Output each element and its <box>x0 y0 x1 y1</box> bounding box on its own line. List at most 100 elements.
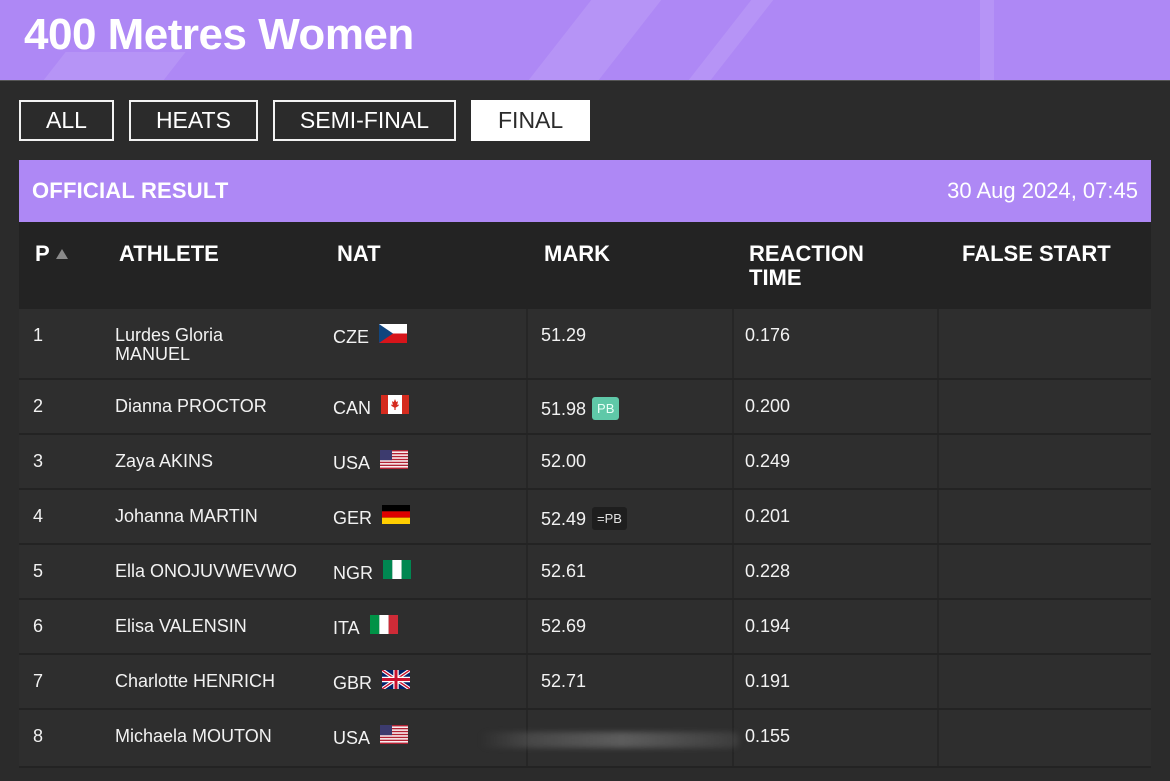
nat-code: USA <box>333 453 371 473</box>
athlete-name-line1: Johanna MARTIN <box>115 506 258 526</box>
column-divider <box>732 380 734 433</box>
tab-all[interactable]: ALL <box>19 100 114 141</box>
can-flag-icon <box>381 395 410 414</box>
column-divider <box>937 380 939 433</box>
result-status: OFFICIAL RESULT <box>32 178 229 203</box>
column-divider <box>526 435 528 488</box>
tab-final[interactable]: FINAL <box>471 100 591 141</box>
record-badge: PB <box>592 397 620 420</box>
column-divider <box>526 380 528 433</box>
mark-cell: 52.71 <box>541 672 586 691</box>
round-tabs: ALL HEATS SEMI-FINAL FINAL <box>19 100 591 141</box>
sort-ascending-icon[interactable] <box>55 249 68 259</box>
column-header-place[interactable]: P <box>35 242 68 266</box>
athlete-name-line1: Ella ONOJUVWEVWO <box>115 561 298 581</box>
athlete-name[interactable]: Elisa VALENSIN <box>115 617 247 636</box>
nat-code: CAN <box>333 398 372 418</box>
athlete-name-line1: Michaela MOUTON <box>115 726 272 746</box>
result-datetime: 30 Aug 2024, 07:45 <box>947 178 1138 203</box>
column-divider <box>937 600 939 653</box>
place-cell: 8 <box>33 726 44 746</box>
official-result-bar: OFFICIAL RESULT 30 Aug 2024, 07:45 <box>19 160 1151 222</box>
nat-code: NGR <box>333 563 373 583</box>
column-header-reaction-line2: TIME <box>749 265 802 290</box>
mark-cell: 52.69 <box>541 617 586 636</box>
column-divider <box>526 600 528 653</box>
decorative-stripe <box>528 0 662 80</box>
table-row[interactable]: 3 Zaya AKINS USA 52.00 0.249 <box>19 435 1151 490</box>
place-cell: 5 <box>33 561 44 581</box>
athlete-name-line1: Lurdes Gloria <box>115 325 224 345</box>
column-divider <box>937 710 939 766</box>
reaction-time-cell: 0.228 <box>745 561 791 581</box>
mark-value: 52.71 <box>541 671 587 691</box>
mark-value: 51.29 <box>541 325 587 345</box>
athlete-name-line1: Dianna PROCTOR <box>115 396 267 416</box>
reaction-time-cell: 0.191 <box>745 671 791 691</box>
column-divider <box>937 655 939 708</box>
nationality-cell: CZE <box>333 324 407 347</box>
mark-value: 52.69 <box>541 616 587 636</box>
table-row[interactable]: 7 Charlotte HENRICH GBR 52.71 0.191 <box>19 655 1151 710</box>
mark-value: 51.98 <box>541 399 587 419</box>
tab-semi-final[interactable]: SEMI-FINAL <box>272 100 456 141</box>
athlete-name[interactable]: Dianna PROCTOR <box>115 397 267 416</box>
nat-code: USA <box>333 728 371 748</box>
nationality-cell: NGR <box>333 560 411 583</box>
reaction-time-cell: 0.201 <box>745 506 791 526</box>
record-badge: =PB <box>592 507 627 530</box>
nationality-cell: USA <box>333 450 409 473</box>
column-divider <box>526 545 528 598</box>
table-row[interactable]: 1 Lurdes Gloria MANUEL CZE 51.29 0.176 <box>19 309 1151 380</box>
table-header: P ATHLETE NAT MARK REACTION TIME FALSE S… <box>19 222 1151 309</box>
column-divider <box>732 435 734 488</box>
column-header-reaction-time[interactable]: REACTION TIME <box>749 242 864 290</box>
column-header-place-label: P <box>35 241 50 266</box>
column-header-nat[interactable]: NAT <box>337 242 381 266</box>
tab-heats[interactable]: HEATS <box>128 100 258 141</box>
obscured-mark-overlay <box>479 732 739 748</box>
column-header-false-start[interactable]: FALSE START <box>962 242 1111 266</box>
athlete-name[interactable]: Lurdes Gloria MANUEL <box>115 326 223 364</box>
results-panel: ALL HEATS SEMI-FINAL FINAL OFFICIAL RESU… <box>0 80 1170 781</box>
nat-code: CZE <box>333 327 369 347</box>
reaction-time-cell: 0.176 <box>745 325 791 345</box>
column-header-athlete[interactable]: ATHLETE <box>119 242 219 266</box>
gbr-flag-icon <box>382 670 411 689</box>
mark-value: 52.00 <box>541 451 587 471</box>
column-divider <box>937 545 939 598</box>
athlete-name[interactable]: Johanna MARTIN <box>115 507 258 526</box>
ger-flag-icon <box>382 505 411 524</box>
athlete-name[interactable]: Michaela MOUTON <box>115 727 272 746</box>
column-divider <box>732 309 734 378</box>
athlete-name[interactable]: Zaya AKINS <box>115 452 213 471</box>
nationality-cell: GER <box>333 505 411 528</box>
mark-cell: 52.49 =PB <box>541 507 627 530</box>
athlete-name[interactable]: Ella ONOJUVWEVWO <box>115 562 297 581</box>
table-row[interactable]: 8 Michaela MOUTON USA 0.155 <box>19 710 1151 768</box>
nationality-cell: USA <box>333 725 409 748</box>
column-header-mark[interactable]: MARK <box>544 242 610 266</box>
column-divider <box>732 655 734 708</box>
reaction-time-cell: 0.249 <box>745 451 791 471</box>
table-row[interactable]: 4 Johanna MARTIN GER 52.49 =PB 0.201 <box>19 490 1151 545</box>
column-header-reaction-line1: REACTION <box>749 241 864 266</box>
nat-code: GBR <box>333 673 373 693</box>
table-row[interactable]: 6 Elisa VALENSIN ITA 52.69 0.194 <box>19 600 1151 655</box>
table-row[interactable]: 5 Ella ONOJUVWEVWO NGR 52.61 0.228 <box>19 545 1151 600</box>
reaction-time-cell: 0.200 <box>745 396 791 416</box>
ngr-flag-icon <box>383 560 411 579</box>
column-divider <box>937 435 939 488</box>
usa-flag-icon <box>380 450 409 469</box>
reaction-time-cell: 0.194 <box>745 616 791 636</box>
column-divider <box>732 600 734 653</box>
athlete-name[interactable]: Charlotte HENRICH <box>115 672 275 691</box>
table-row[interactable]: 2 Dianna PROCTOR CAN 51.98 PB 0.200 <box>19 380 1151 435</box>
event-header: 400 Metres Women <box>0 0 1170 80</box>
cze-flag-icon <box>379 324 407 343</box>
nationality-cell: ITA <box>333 615 398 638</box>
nationality-cell: CAN <box>333 395 410 418</box>
decorative-stripe <box>980 0 994 80</box>
column-divider <box>937 490 939 543</box>
ita-flag-icon <box>369 615 398 634</box>
